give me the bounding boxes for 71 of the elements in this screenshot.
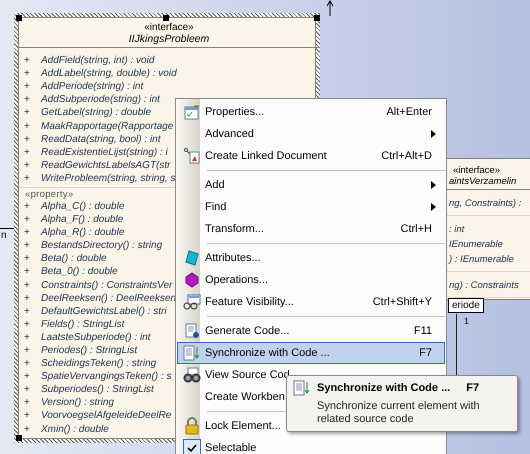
property-text: DeelReeksen() : DeelReeksen [41, 292, 176, 304]
operation-text: AddPeriode(string) : int [41, 81, 144, 92]
visibility-marker: + [23, 253, 31, 264]
operation-text: ReadExistentieLijst(string) : i [41, 146, 168, 158]
multiplicity-label: 1 [464, 316, 470, 326]
multiplicity-label: n [1, 230, 7, 241]
operation-text: AddSubperiode(string) : int [41, 94, 160, 106]
visibility-marker: + [23, 397, 31, 408]
visibility-marker: + [23, 410, 31, 422]
visibility-marker: + [23, 94, 31, 106]
visibility-marker: + [23, 214, 31, 226]
section-stereotype: «property» [24, 188, 74, 200]
property-text: SpatieVervangingsTeken() : s [41, 371, 172, 382]
tooltip-shortcut: F7 [466, 382, 480, 394]
visibility-marker: + [23, 160, 31, 171]
visibility-marker: + [23, 358, 31, 370]
visibility-marker: + [23, 68, 31, 80]
visibility-marker: + [23, 345, 31, 356]
visibility-marker: + [23, 227, 31, 238]
visibility-marker: + [23, 240, 31, 252]
operation-text: ReadData(string, bool) : int [41, 134, 161, 145]
member-text: ng) : Constraints [449, 279, 520, 293]
visibility-marker: + [23, 55, 31, 66]
property-text: Alpha_F() : double [41, 214, 124, 226]
visibility-marker: + [23, 81, 31, 92]
operation-text: AddLabel(string, double) : void [41, 68, 177, 80]
visibility-marker: + [23, 172, 31, 184]
stereotype-label: «interface» [144, 22, 194, 33]
class-name: IIJkingsProbleem [128, 33, 210, 45]
property-text: LaatsteSubperiode() : int [41, 332, 151, 343]
visibility-marker: + [23, 134, 31, 145]
tooltip-description: Synchronize current element with related source code [316, 400, 481, 426]
property-text: Alpha_C() : double [41, 200, 124, 212]
property-text: Fields() : StringList [41, 318, 124, 330]
property-text: DefaultGewichtsLabel() : stri [41, 306, 167, 317]
property-text: Beta_0() : double [41, 266, 118, 278]
property-text: ScheidingsTeken() : string [41, 358, 156, 370]
visibility-marker: + [23, 266, 31, 278]
property-text: Version() : string [41, 397, 114, 408]
visibility-marker: + [23, 107, 31, 118]
member-text: IEnumerable [449, 238, 504, 252]
member-text: ) : IEnumerable [449, 253, 515, 267]
visibility-marker: + [23, 200, 31, 212]
operation-text: GetLabel(string) : double [41, 107, 152, 118]
property-text: Periodes() : StringList [41, 345, 138, 356]
visibility-marker: + [23, 318, 31, 330]
property-text: Constraints() : ConstraintsVer [41, 280, 172, 291]
property-text: Alpha_R() : double [41, 227, 124, 238]
property-text: BestandsDirectory() : string [41, 240, 162, 252]
visibility-marker: + [23, 424, 31, 435]
operation-text: WriteProbleem(string, string, s [41, 172, 176, 184]
stereotype-label: «interface» [452, 164, 502, 176]
role-label: eriode [448, 298, 484, 313]
visibility-marker: + [23, 371, 31, 382]
property-text: Xmin() : double [41, 424, 109, 435]
operation-text: MaakRapportage(Rapportage [41, 120, 174, 132]
tooltip-title: Synchronize with Code ... [317, 382, 450, 394]
visibility-marker: + [23, 280, 31, 291]
operation-text: ReadGewichtsLabelsAGT(str [41, 160, 170, 171]
property-text: Beta() : double [41, 253, 107, 264]
property-text: Subperiodes() : StringList [41, 384, 154, 396]
visibility-marker: + [23, 332, 31, 343]
visibility-marker: + [23, 292, 31, 304]
operation-text: AddField(string, int) : void [41, 55, 154, 66]
visibility-marker: + [23, 384, 31, 396]
visibility-marker: + [23, 146, 31, 158]
property-text: VoorvoegselAfgeleideDeelRe [41, 410, 172, 422]
member-text: : int [449, 223, 466, 237]
visibility-marker: + [23, 306, 31, 317]
visibility-marker: + [23, 120, 31, 132]
member-text: ng, Constraints) : [449, 197, 522, 211]
